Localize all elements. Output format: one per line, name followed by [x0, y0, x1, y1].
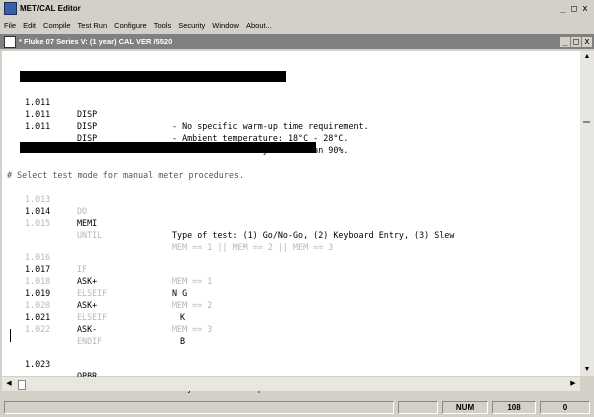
scroll-down-icon[interactable]: ▼	[580, 364, 594, 376]
menu-compile[interactable]: Compile	[43, 21, 71, 30]
text-cursor	[10, 329, 11, 342]
head-highlight	[20, 142, 316, 153]
line-number: 1.010	[25, 84, 51, 94]
line-text: MEM == 3	[172, 324, 213, 334]
menu-tools[interactable]: Tools	[154, 21, 172, 30]
menu-window[interactable]: Window	[212, 21, 239, 30]
line-text: - No specific warm-up time requirement.	[172, 121, 369, 131]
document-icon	[4, 35, 16, 48]
line-keyword: ELSEIF	[77, 288, 108, 298]
line-keyword: UNTIL	[77, 230, 103, 240]
line-number: 1.015	[25, 218, 51, 228]
line-keyword: ENDIF	[77, 336, 103, 346]
line-text: MEM == 2	[172, 300, 213, 310]
menubar: File Edit Compile Test Run Configure Too…	[0, 17, 594, 33]
procedure-line[interactable]: 1.016 IF MEM == 1	[2, 239, 212, 286]
line-number: 1.019	[25, 288, 51, 298]
vertical-scroll-thumb[interactable]	[583, 121, 590, 123]
procedure-line[interactable]: 1.011 DISP - Ambient temperature: 18°C -…	[2, 96, 348, 143]
menu-configure[interactable]: Configure	[114, 21, 147, 30]
line-number: 1.023	[25, 359, 51, 369]
menu-security[interactable]: Security	[178, 21, 205, 30]
app-title: MET/CAL Editor	[20, 4, 81, 13]
line-number: 1.012	[25, 155, 51, 165]
status-bar: NUM 108 0	[0, 398, 594, 417]
status-line: 108	[492, 401, 536, 414]
line-text: N G	[172, 288, 188, 298]
status-num: NUM	[442, 401, 488, 414]
line-keyword: DISP	[77, 109, 98, 119]
line-number: 1.016	[25, 252, 51, 262]
app-restore-button[interactable]: □	[569, 4, 579, 14]
status-pane-empty	[398, 401, 438, 414]
menu-file[interactable]: File	[4, 21, 16, 30]
doc-minimize-button[interactable]: _	[560, 36, 570, 47]
procedure-line[interactable]: 1.022 ENDIF	[2, 311, 102, 346]
line-number: 1.011	[25, 109, 51, 119]
doc-restore-button[interactable]: □	[571, 36, 581, 47]
procedure-line[interactable]: 1.019 ASK+ K	[2, 275, 185, 322]
doc-close-button[interactable]: x	[582, 36, 592, 47]
line-keyword: HEAD	[77, 96, 98, 106]
menu-test-run[interactable]: Test Run	[78, 21, 108, 30]
line-number: 1.018	[25, 276, 51, 286]
procedure-line[interactable]: 1.015 UNTIL MEM == 1 || MEM == 2 || MEM …	[2, 205, 333, 252]
horizontal-scrollbar[interactable]: ◀ ▶	[2, 377, 580, 391]
scroll-left-icon[interactable]: ◀	[2, 377, 16, 391]
line-keyword: ASK+	[77, 276, 98, 286]
line-keyword: ASK-	[77, 324, 98, 334]
line-number: 1.021	[25, 312, 51, 322]
line-keyword: DO	[77, 206, 88, 216]
horizontal-scroll-thumb[interactable]	[18, 380, 26, 390]
status-col: 0	[540, 401, 590, 414]
line-number: 1.020	[25, 300, 51, 310]
line-number: 1.017	[25, 264, 51, 274]
procedure-line[interactable]: 1.012 HEAD INITIAL INFORMATION	[2, 142, 268, 189]
procedure-line[interactable]: 1.023 OPBR Do you want this procedure to…	[2, 346, 434, 393]
menu-edit[interactable]: Edit	[23, 21, 36, 30]
procedure-line[interactable]: 1.013 DO	[2, 181, 87, 216]
line-number: 1.011	[25, 97, 51, 107]
procedure-line[interactable]: 1.018 ELSEIF MEM == 2	[2, 263, 212, 310]
procedure-line[interactable]: 1.017 ASK+ N G	[2, 251, 187, 298]
comment-line[interactable]: # Select test mode for manual meter proc…	[7, 169, 244, 181]
resize-grip-icon[interactable]	[580, 377, 594, 391]
menu-about[interactable]: About...	[246, 21, 272, 30]
line-keyword: DISP	[77, 121, 98, 131]
line-number: 1.013	[25, 194, 51, 204]
status-pane-message	[4, 401, 394, 414]
line-number: 1.011	[25, 121, 51, 131]
document-title: * Fluke 07 Series V: (1 year) CAL VER /5…	[19, 37, 173, 46]
procedure-line[interactable]: 1.011 DISP - Relative humidity: less tha…	[2, 108, 348, 155]
line-number: 1.014	[25, 206, 51, 216]
line-text: TEST CONDITIONS	[172, 108, 248, 118]
line-text: Type of test: (1) Go/No-Go, (2) Keyboard…	[172, 230, 455, 240]
app-icon	[4, 2, 17, 15]
procedure-editor[interactable]: 1.010 HEAD TEST CONDITIONS 1.011 DISP - …	[2, 51, 580, 393]
line-text: MEM == 1	[172, 276, 213, 286]
line-keyword: MEMI	[77, 218, 98, 228]
vertical-scrollbar[interactable]: ▲ ▼	[580, 51, 594, 376]
head-highlight	[20, 71, 286, 82]
scroll-up-icon[interactable]: ▲	[580, 51, 594, 63]
procedure-line[interactable]: 1.014 MEMI Type of test: (1) Go/No-Go, (…	[2, 193, 454, 240]
procedure-line[interactable]: 1.020 ELSEIF MEM == 3	[2, 287, 212, 334]
line-keyword: ASK+	[77, 300, 98, 310]
procedure-line[interactable]: 1.021 ASK- B	[2, 299, 185, 346]
procedure-line[interactable]: 1.011 DISP - No specific warm-up time re…	[2, 84, 369, 131]
line-keyword: ELSEIF	[77, 312, 108, 322]
scroll-right-icon[interactable]: ▶	[566, 377, 580, 391]
line-text: MEM == 1 || MEM == 2 || MEM == 3	[172, 242, 334, 252]
line-text: B	[180, 336, 186, 346]
document-titlebar: * Fluke 07 Series V: (1 year) CAL VER /5…	[0, 34, 594, 49]
line-text: K	[180, 312, 186, 322]
app-titlebar: MET/CAL Editor _ □ x	[0, 0, 594, 17]
procedure-line[interactable]: 1.010 HEAD TEST CONDITIONS	[2, 71, 248, 118]
line-keyword: IF	[77, 264, 88, 274]
line-number: 1.022	[25, 324, 51, 334]
app-close-button[interactable]: x	[580, 4, 590, 14]
app-minimize-button[interactable]: _	[558, 4, 568, 14]
